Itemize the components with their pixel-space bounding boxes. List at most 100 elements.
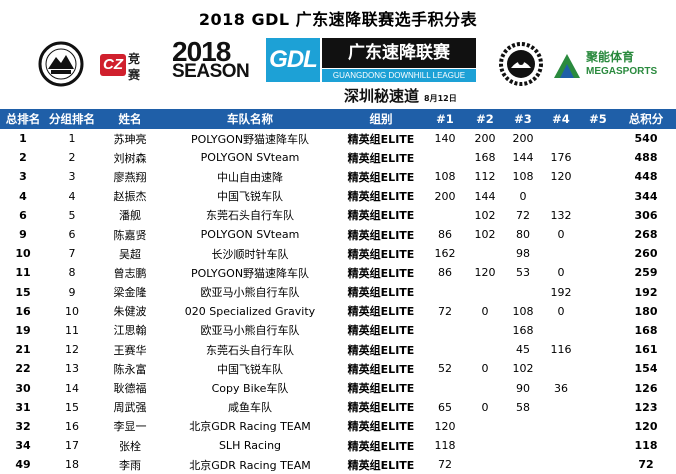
megasports-icon bbox=[554, 54, 580, 78]
cell-group: 精英组ELITE bbox=[347, 247, 415, 261]
cell-round-1: 140 bbox=[434, 132, 456, 146]
cell-round-2 bbox=[466, 244, 504, 263]
cell-group-rank: 12 bbox=[65, 343, 79, 357]
table-row: 21 12 王赛华 东莞石头自行车队 精英组ELITE 45 116 161 bbox=[0, 340, 676, 359]
cell-group-rank: 6 bbox=[68, 228, 76, 242]
cell-round-1 bbox=[424, 321, 466, 340]
cell-group: 精英组ELITE bbox=[347, 401, 415, 415]
cell-round-2: 102 bbox=[474, 208, 496, 222]
cell-round-2 bbox=[466, 321, 504, 340]
table-row: 6 5 潘舰 东莞石头自行车队 精英组ELITE 102 72 132 306 bbox=[0, 206, 676, 225]
cell-group-rank: 1 bbox=[68, 132, 76, 146]
cell-round-5 bbox=[580, 206, 616, 225]
cell-round-4: 0 bbox=[557, 266, 565, 280]
cell-round-5 bbox=[580, 283, 616, 302]
cell-group-rank: 3 bbox=[68, 170, 76, 184]
cell-team: 中国飞锐车队 bbox=[217, 362, 283, 376]
cell-round-3: 108 bbox=[512, 170, 534, 184]
cell-name: 梁金隆 bbox=[113, 286, 147, 300]
table-row: 4 4 赵振杰 中国飞锐车队 精英组ELITE 200 144 0 344 bbox=[0, 187, 676, 206]
cog-badge-logo bbox=[498, 41, 544, 87]
cell-round-1: 200 bbox=[434, 189, 456, 203]
cell-group: 精英组ELITE bbox=[347, 190, 415, 204]
header-round-3: #3 bbox=[504, 109, 542, 129]
table-row: 30 14 耿德福 Copy Bike车队 精英组ELITE 90 36 126 bbox=[0, 378, 676, 397]
cell-overall-rank: 49 bbox=[15, 458, 31, 472]
cell-overall-rank: 32 bbox=[15, 419, 31, 433]
cell-round-3: 58 bbox=[516, 400, 530, 414]
cell-round-3: 102 bbox=[512, 362, 534, 376]
cell-team: POLYGON SVteam bbox=[200, 228, 300, 242]
cell-group: 精英组ELITE bbox=[347, 343, 415, 357]
cell-round-3: 108 bbox=[512, 304, 534, 318]
cell-name: 陈嘉贤 bbox=[113, 228, 147, 242]
cell-round-1 bbox=[424, 378, 466, 397]
banner-season: SEASON bbox=[172, 61, 250, 82]
header-total: 总积分 bbox=[616, 109, 676, 129]
cell-round-4 bbox=[542, 417, 580, 436]
cell-overall-rank: 21 bbox=[15, 343, 31, 357]
table-row: 31 15 周武强 咸鱼车队 精英组ELITE 65 0 58 123 bbox=[0, 398, 676, 417]
cz-logo: CZ 竞 赛 bbox=[100, 48, 158, 82]
cell-round-4 bbox=[542, 187, 580, 206]
cell-round-4: 192 bbox=[550, 285, 572, 299]
header-round-1: #1 bbox=[424, 109, 466, 129]
cell-round-2: 0 bbox=[481, 304, 489, 318]
cell-name: 陈永富 bbox=[113, 362, 147, 376]
cell-group: 精英组ELITE bbox=[347, 305, 415, 319]
cell-total: 118 bbox=[634, 439, 658, 453]
cz-mark: CZ bbox=[100, 54, 126, 76]
cell-round-5 bbox=[580, 378, 616, 397]
cell-round-3 bbox=[504, 417, 542, 436]
cell-round-5 bbox=[580, 398, 616, 417]
header-round-4: #4 bbox=[542, 109, 580, 129]
cell-overall-rank: 22 bbox=[15, 362, 31, 376]
cell-team: 中国飞锐车队 bbox=[217, 190, 283, 204]
header-team: 车队名称 bbox=[162, 109, 338, 129]
cell-group: 精英组ELITE bbox=[347, 209, 415, 223]
cell-group-rank: 14 bbox=[65, 381, 79, 395]
cell-round-2 bbox=[466, 283, 504, 302]
banner-cn-name: 广东速降联赛 bbox=[322, 38, 476, 68]
cell-overall-rank: 15 bbox=[15, 285, 31, 299]
cell-round-5 bbox=[580, 225, 616, 244]
table-row: 3 3 廖燕翔 中山自由速降 精英组ELITE 108 112 108 120 448 bbox=[0, 167, 676, 186]
cell-round-3: 90 bbox=[516, 381, 530, 395]
cell-group-rank: 4 bbox=[68, 189, 76, 203]
cell-total: 180 bbox=[634, 304, 658, 318]
cell-group: 精英组ELITE bbox=[347, 132, 415, 146]
cell-round-1 bbox=[424, 340, 466, 359]
cell-round-2: 102 bbox=[474, 228, 496, 242]
cell-round-5 bbox=[580, 148, 616, 167]
cell-overall-rank: 4 bbox=[19, 189, 27, 203]
cell-team: 欧亚马小熊自行车队 bbox=[200, 286, 300, 300]
cell-group: 精英组ELITE bbox=[347, 458, 415, 472]
cell-total: 540 bbox=[634, 132, 658, 146]
cell-overall-rank: 10 bbox=[15, 247, 31, 261]
cell-name: 刘树森 bbox=[113, 151, 147, 165]
cell-team: POLYGON野猫速降车队 bbox=[190, 266, 310, 280]
cell-team: POLYGON野猫速降车队 bbox=[190, 132, 310, 146]
cell-name: 江思翰 bbox=[113, 324, 147, 338]
cell-name: 曾志鹏 bbox=[113, 266, 147, 280]
cell-team: 长沙顺时针车队 bbox=[211, 247, 289, 261]
cell-total: 306 bbox=[634, 208, 658, 222]
table-row: 34 17 张栓 SLH Racing 精英组ELITE 118 118 bbox=[0, 436, 676, 455]
cell-overall-rank: 2 bbox=[19, 151, 27, 165]
cell-team: 中山自由速降 bbox=[217, 170, 283, 184]
cell-team: SLH Racing bbox=[218, 439, 282, 453]
cell-overall-rank: 16 bbox=[15, 304, 31, 318]
cell-team: 欧亚马小熊自行车队 bbox=[200, 324, 300, 338]
cell-group: 精英组ELITE bbox=[347, 151, 415, 165]
cell-overall-rank: 3 bbox=[19, 170, 27, 184]
cell-total: 259 bbox=[634, 266, 658, 280]
cell-round-1: 118 bbox=[434, 439, 456, 453]
cell-total: 192 bbox=[634, 285, 658, 299]
cell-round-3: 168 bbox=[512, 323, 534, 337]
cell-round-3: 80 bbox=[516, 228, 530, 242]
cell-group-rank: 5 bbox=[68, 208, 76, 222]
cell-round-3 bbox=[504, 283, 542, 302]
cell-round-2: 144 bbox=[474, 189, 496, 203]
cell-round-5 bbox=[580, 129, 616, 148]
cell-round-3: 0 bbox=[519, 189, 527, 203]
